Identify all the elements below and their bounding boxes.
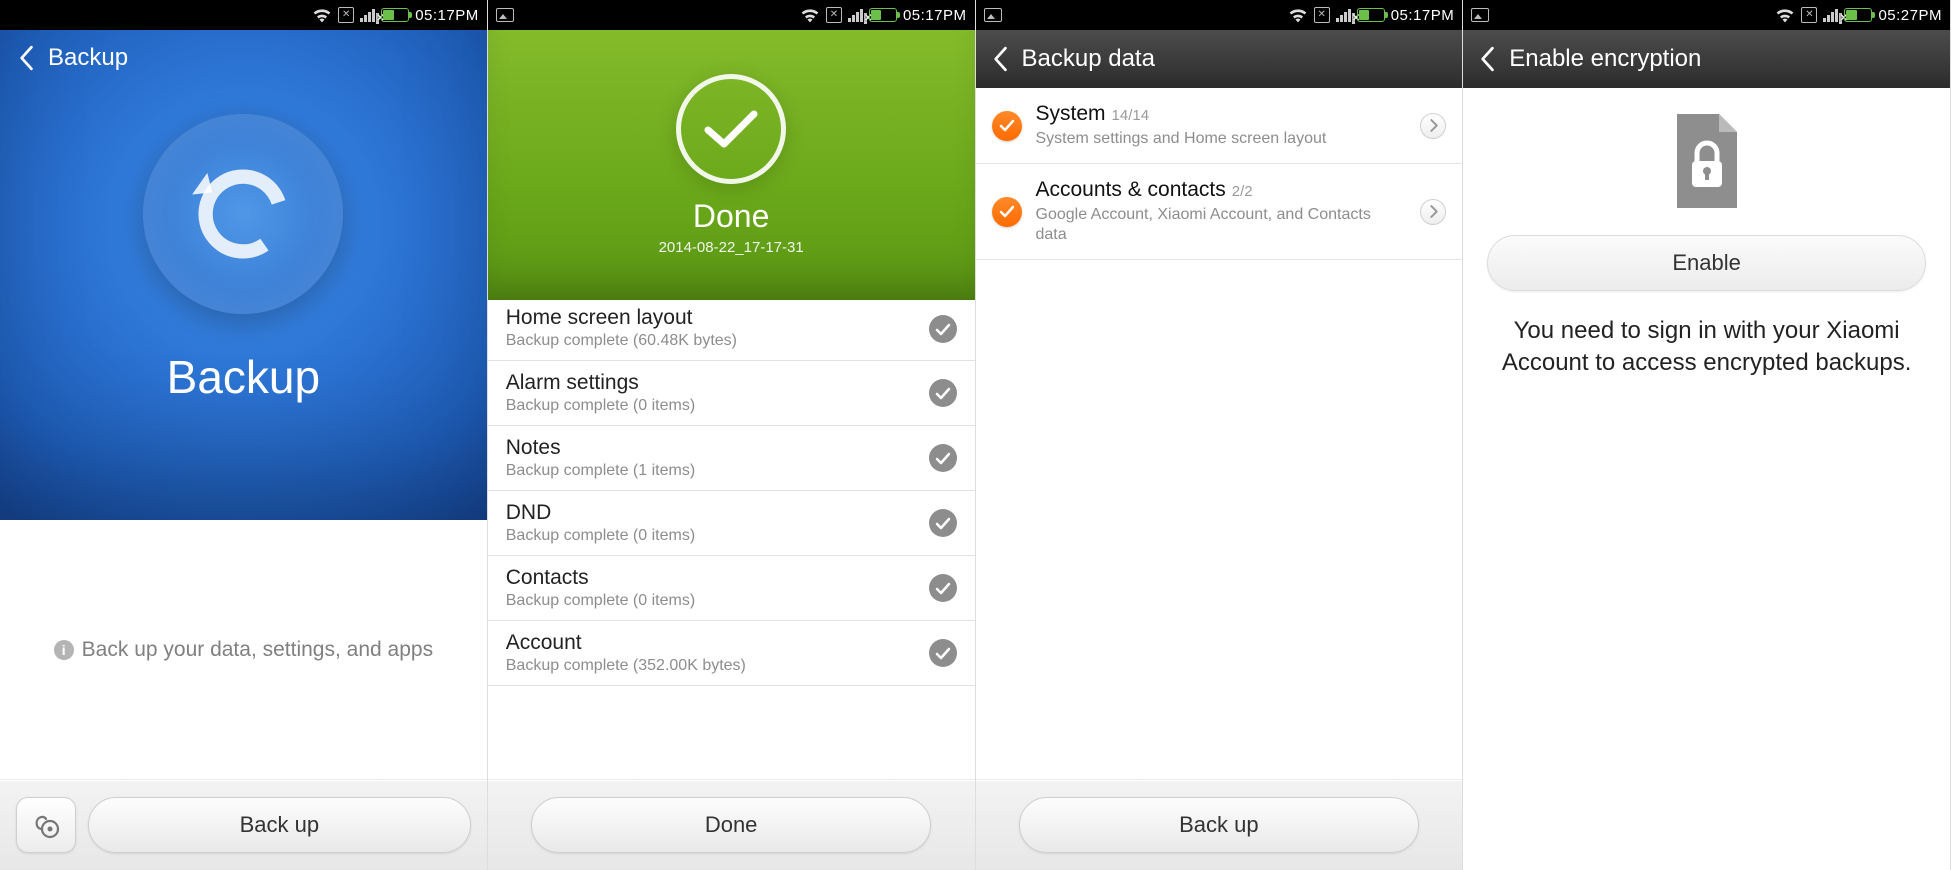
title-bar: Enable encryption <box>1463 30 1950 88</box>
signal-icon: ✕ <box>1336 8 1351 22</box>
wifi-icon <box>1775 7 1795 23</box>
battery-icon <box>1844 8 1872 22</box>
backup-result-row: Home screen layout Backup complete (60.4… <box>488 300 975 361</box>
enable-button[interactable]: Enable <box>1487 235 1926 291</box>
backup-result-row: NotesBackup complete (1 items) <box>488 426 975 491</box>
done-button[interactable]: Done <box>531 797 931 853</box>
page-title: Backup <box>48 44 128 72</box>
chevron-right-icon[interactable] <box>1420 113 1446 139</box>
lock-file-icon <box>1657 106 1757 221</box>
back-icon[interactable] <box>992 46 1008 72</box>
page-title: Backup data <box>1022 45 1155 73</box>
status-clock: 05:17PM <box>415 7 479 24</box>
encryption-message: You need to sign in with your Xiaomi Acc… <box>1487 315 1926 380</box>
done-title: Done <box>693 198 770 235</box>
backup-button[interactable]: Back up <box>1019 797 1419 853</box>
sim-icon: ✕ <box>826 7 842 23</box>
category-title: Accounts & contacts <box>1036 178 1226 201</box>
checkmark-circle-icon <box>676 74 786 184</box>
category-sub: System settings and Home screen layout <box>1036 129 1407 149</box>
status-clock: 05:17PM <box>903 7 967 24</box>
category-count: 2/2 <box>1232 183 1253 200</box>
screenshot-icon <box>496 8 514 22</box>
screenshot-icon <box>984 8 1002 22</box>
sim-icon: ✕ <box>1801 7 1817 23</box>
signal-icon: ✕ <box>360 8 375 22</box>
backup-result-row: Alarm settingsBackup complete (0 items) <box>488 361 975 426</box>
page-title: Enable encryption <box>1509 45 1701 73</box>
check-icon <box>929 379 957 407</box>
sim-icon: ✕ <box>1314 7 1330 23</box>
backup-results-list: Home screen layout Backup complete (60.4… <box>488 300 975 780</box>
check-icon <box>929 639 957 667</box>
screen-backup-home: ✕ ✕ 05:17PM Backup Backup i Back up your… <box>0 0 488 870</box>
status-clock: 05:17PM <box>1391 7 1455 24</box>
backup-categories-list: System 14/14 System settings and Home scr… <box>976 88 1463 434</box>
unlock-icon <box>31 811 61 839</box>
category-row-accounts[interactable]: Accounts & contacts 2/2 Google Account, X… <box>976 164 1463 260</box>
battery-icon <box>1357 8 1385 22</box>
check-icon <box>929 315 957 343</box>
check-icon <box>929 574 957 602</box>
backup-result-row: DNDBackup complete (0 items) <box>488 491 975 556</box>
bottom-action-bar: Back up <box>976 780 1463 870</box>
signal-icon: ✕ <box>1823 8 1838 22</box>
selected-check-icon <box>992 111 1022 141</box>
chevron-right-icon[interactable] <box>1420 199 1446 225</box>
result-title: Home screen layout <box>506 306 929 330</box>
backup-logo-icon <box>143 114 343 314</box>
back-icon[interactable] <box>1479 46 1495 72</box>
wifi-icon <box>312 7 332 23</box>
category-sub: Google Account, Xiaomi Account, and Cont… <box>1036 205 1407 245</box>
category-count: 14/14 <box>1112 107 1150 124</box>
battery-icon <box>381 8 409 22</box>
encryption-toggle-button[interactable] <box>16 797 76 853</box>
backup-button[interactable]: Back up <box>88 797 471 853</box>
done-hero: Done 2014-08-22_17-17-31 <box>488 30 975 300</box>
battery-icon <box>869 8 897 22</box>
info-icon: i <box>54 640 74 660</box>
check-icon <box>929 509 957 537</box>
screen-backup-data: ✕ ✕ 05:17PM Backup data System 14/14 Syst… <box>976 0 1464 870</box>
hero-label: Backup <box>167 350 320 404</box>
screen-backup-done: ✕ ✕ 05:17PM Done 2014-08-22_17-17-31 Hom… <box>488 0 976 870</box>
screenshot-icon <box>1471 8 1489 22</box>
backup-result-row: ContactsBackup complete (0 items) <box>488 556 975 621</box>
backup-hero: Backup Backup <box>0 30 487 520</box>
done-timestamp: 2014-08-22_17-17-31 <box>659 239 804 256</box>
status-clock: 05:27PM <box>1878 7 1942 24</box>
status-bar: ✕ ✕ 05:27PM <box>1463 0 1950 30</box>
signal-icon: ✕ <box>848 8 863 22</box>
wifi-icon <box>800 7 820 23</box>
category-title: System <box>1036 102 1106 125</box>
title-bar: Backup <box>0 30 487 86</box>
screen-enable-encryption: ✕ ✕ 05:27PM Enable encryption Enable You… <box>1463 0 1951 870</box>
hint-row: i Back up your data, settings, and apps <box>0 520 487 780</box>
check-icon <box>929 444 957 472</box>
title-bar: Backup data <box>976 30 1463 88</box>
bottom-action-bar: Back up <box>0 780 487 870</box>
category-row-system[interactable]: System 14/14 System settings and Home scr… <box>976 88 1463 164</box>
back-icon[interactable] <box>18 45 34 71</box>
sim-icon: ✕ <box>338 7 354 23</box>
status-bar: ✕ ✕ 05:17PM <box>976 0 1463 30</box>
status-bar: ✕ ✕ 05:17PM <box>488 0 975 30</box>
backup-result-row: AccountBackup complete (352.00K bytes) <box>488 621 975 686</box>
bottom-action-bar: Done <box>488 780 975 870</box>
status-bar: ✕ ✕ 05:17PM <box>0 0 487 30</box>
wifi-icon <box>1288 7 1308 23</box>
hint-text: Back up your data, settings, and apps <box>82 638 433 662</box>
result-sub: Backup complete (60.48K bytes) <box>506 332 929 350</box>
selected-check-icon <box>992 197 1022 227</box>
